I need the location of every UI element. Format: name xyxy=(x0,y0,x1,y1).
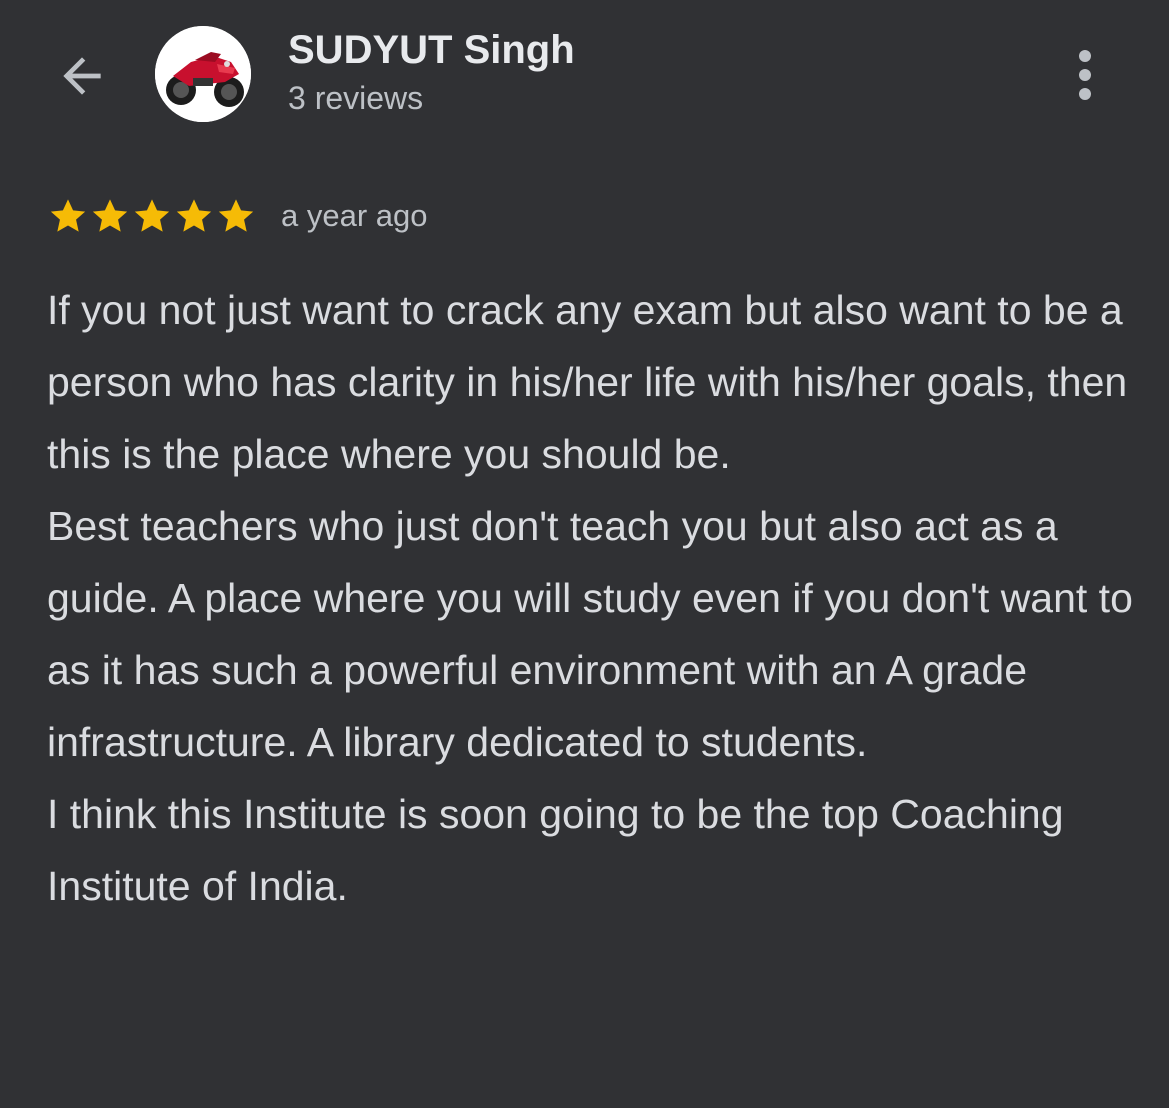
star-icon xyxy=(92,199,128,232)
back-button[interactable] xyxy=(50,46,114,106)
review-paragraph: I think this Institute is soon going to … xyxy=(47,791,1064,909)
review-paragraph: Best teachers who just don't teach you b… xyxy=(47,503,1133,765)
reviewer-name[interactable]: SUDYUT Singh xyxy=(288,28,575,73)
more-vert-icon xyxy=(1079,50,1091,100)
arrow-back-icon xyxy=(63,57,101,95)
avatar[interactable] xyxy=(155,26,251,122)
star-icon xyxy=(176,199,212,232)
reviewer-header: SUDYUT Singh 3 reviews xyxy=(0,0,1169,150)
rating-row: a year ago xyxy=(47,194,428,238)
star-icon xyxy=(218,199,254,232)
star-rating xyxy=(47,195,257,237)
motorcycle-avatar xyxy=(155,26,251,122)
star-icon xyxy=(134,199,170,232)
star-icon xyxy=(50,199,86,232)
review-text: If you not just want to crack any exam b… xyxy=(47,274,1137,922)
review-time: a year ago xyxy=(281,198,428,233)
review-paragraph: If you not just want to crack any exam b… xyxy=(47,287,1128,477)
more-options-button[interactable] xyxy=(1060,44,1110,104)
review-count: 3 reviews xyxy=(288,80,424,116)
